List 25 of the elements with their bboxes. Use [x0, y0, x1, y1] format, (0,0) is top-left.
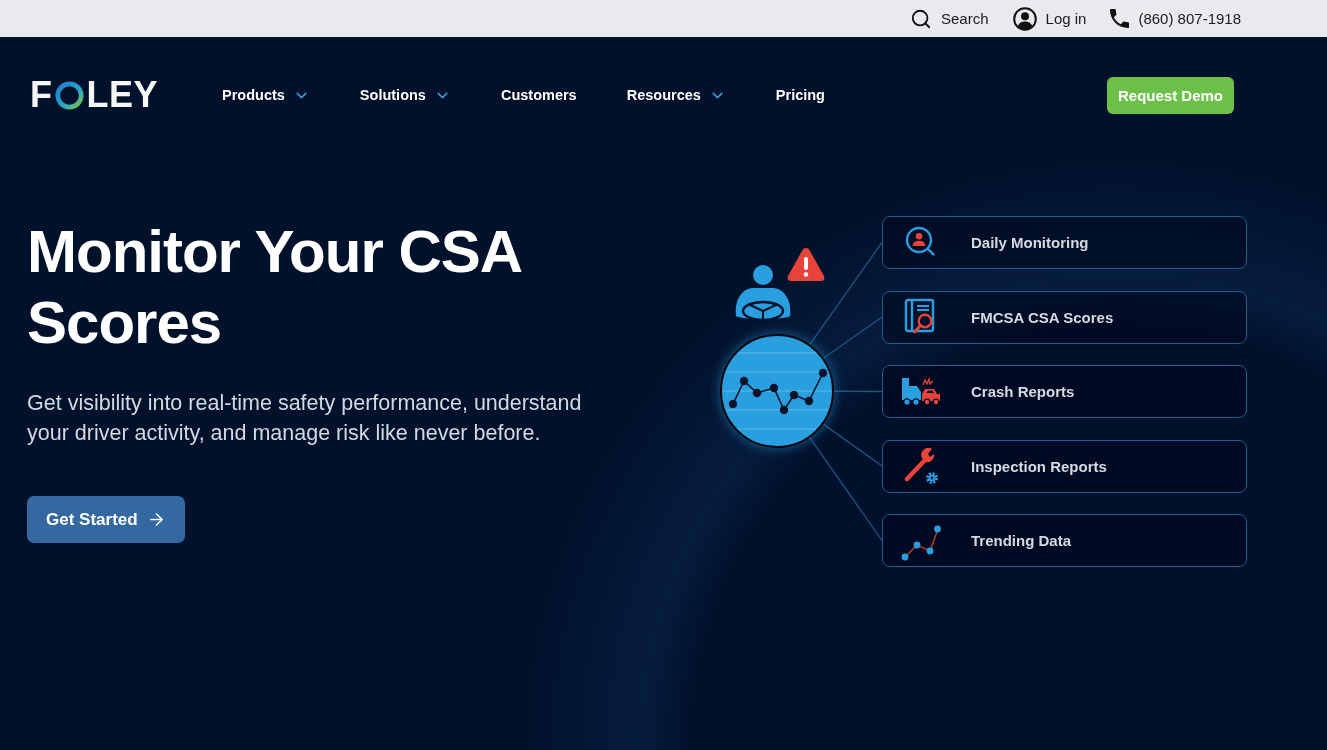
- nav-link[interactable]: Pricing: [775, 87, 825, 103]
- user-circle-icon: [1012, 6, 1037, 31]
- get-started-button[interactable]: Get Started: [27, 496, 185, 543]
- feature-label: Trending Data: [971, 532, 1071, 549]
- driver-icon: [735, 265, 791, 322]
- feature-label: Inspection Reports: [971, 457, 1107, 475]
- logo-text: LEY: [86, 77, 158, 113]
- nav-link[interactable]: Customers: [500, 87, 577, 103]
- logo-ring-icon: [54, 80, 84, 110]
- logo-text: F: [30, 77, 53, 113]
- nav-link[interactable]: Products: [222, 86, 310, 104]
- search-icon: [910, 7, 932, 30]
- nav-link[interactable]: Solutions: [359, 86, 451, 104]
- warning-icon: [787, 248, 825, 281]
- connector-line: [833, 390, 883, 393]
- phone-icon: [1110, 9, 1130, 28]
- login-link[interactable]: Log in: [1012, 6, 1087, 31]
- feature-label: FMCSA CSA Scores: [971, 308, 1114, 326]
- feature-label: Crash Reports: [971, 383, 1075, 400]
- hero-title: Monitor Your CSA Scores: [27, 217, 522, 358]
- search-link[interactable]: Search: [910, 7, 989, 30]
- phone-link[interactable]: (860) 807-1918: [1110, 9, 1241, 28]
- nav-link[interactable]: Resources: [626, 86, 726, 104]
- feature-label: Daily Monitoring: [971, 234, 1089, 251]
- hero-subtitle: Get visibility into real-time safety performance, understand your driver activity, and manage risk like never before.: [27, 390, 583, 447]
